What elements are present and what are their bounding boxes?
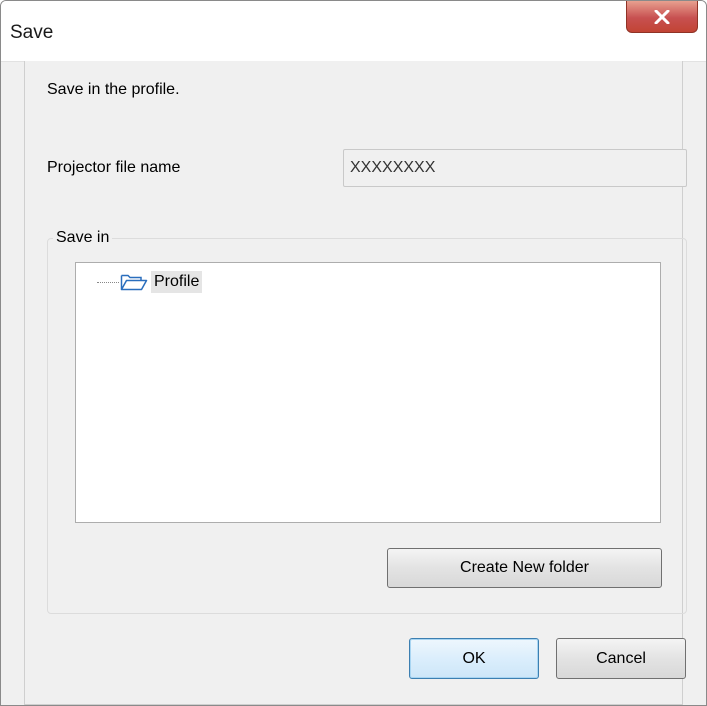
close-button[interactable] — [626, 1, 698, 33]
tree-item-label: Profile — [151, 271, 203, 293]
save-in-group-label: Save in — [53, 229, 113, 247]
ok-button[interactable]: OK — [409, 638, 539, 679]
instruction-text: Save in the profile. — [47, 81, 180, 98]
save-dialog-window: Save Save in the profile. Projector file… — [0, 0, 707, 706]
filename-label: Projector file name — [47, 159, 181, 176]
folder-open-icon — [120, 274, 148, 291]
window-title: Save — [10, 22, 54, 43]
folder-tree[interactable]: Profile — [75, 262, 661, 523]
cancel-button[interactable]: Cancel — [556, 638, 686, 679]
tree-item-profile[interactable]: Profile — [97, 270, 203, 294]
create-new-folder-button[interactable]: Create New folder — [387, 548, 662, 588]
dialog-bottom-edge — [24, 704, 683, 705]
close-icon — [654, 9, 670, 24]
title-bar[interactable]: Save — [1, 1, 706, 62]
tree-connector — [97, 281, 119, 283]
filename-field[interactable] — [343, 149, 687, 187]
